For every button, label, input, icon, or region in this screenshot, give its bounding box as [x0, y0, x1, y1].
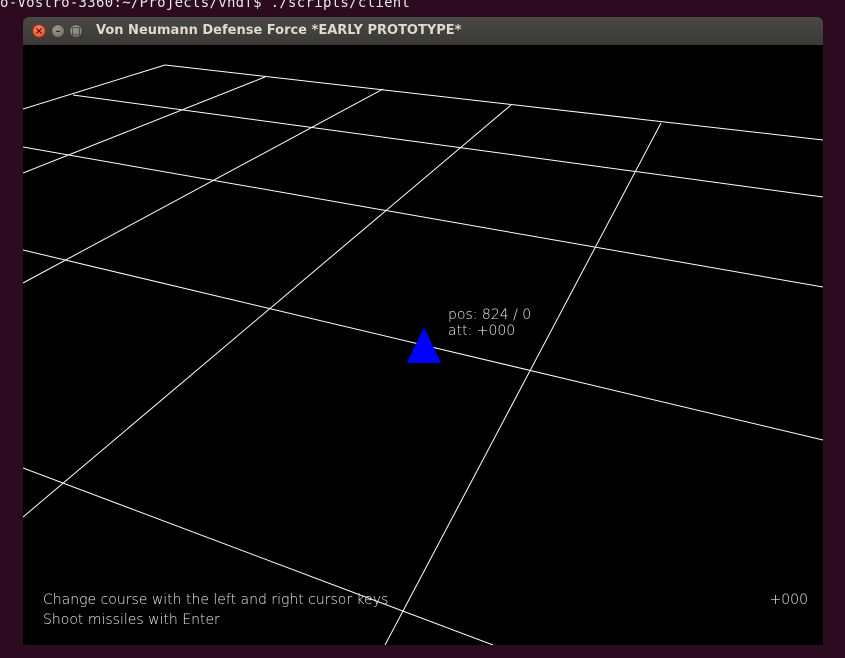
att-value: +000: [476, 323, 516, 339]
att-label: att:: [448, 323, 473, 339]
pos-separator: /: [513, 307, 518, 323]
help-text-course: Change course with the left and right cu…: [43, 592, 389, 608]
close-button[interactable]: ×: [32, 24, 46, 38]
game-window: × – □ Von Neumann Defense Force *EARLY P…: [23, 17, 823, 645]
maximize-button[interactable]: □: [69, 24, 83, 38]
window-titlebar[interactable]: × – □ Von Neumann Defense Force *EARLY P…: [23, 17, 823, 46]
minimize-button[interactable]: –: [51, 24, 65, 38]
score-readout: +000: [769, 592, 808, 608]
terminal-command-line: o-Vostro-3360:~/Projects/vndf$ ./scripts…: [0, 0, 411, 11]
pos-x-value: 824: [481, 307, 509, 323]
hud-overlay: pos: 824 / 0 att: +000 Change course wit…: [23, 45, 823, 645]
position-readout: pos: 824 / 0: [448, 307, 531, 323]
window-title: Von Neumann Defense Force *EARLY PROTOTY…: [96, 23, 462, 38]
attitude-readout: att: +000: [448, 323, 515, 339]
pos-y-value: 0: [522, 307, 532, 323]
ship-layer: [407, 327, 441, 363]
desktop: o-Vostro-3360:~/Projects/vndf$ ./scripts…: [0, 0, 845, 658]
ship-triangle-icon: [407, 327, 441, 363]
pos-label: pos:: [448, 307, 478, 323]
game-viewport[interactable]: pos: 824 / 0 att: +000 Change course wit…: [23, 45, 823, 645]
help-text-missiles: Shoot missiles with Enter: [43, 612, 220, 628]
